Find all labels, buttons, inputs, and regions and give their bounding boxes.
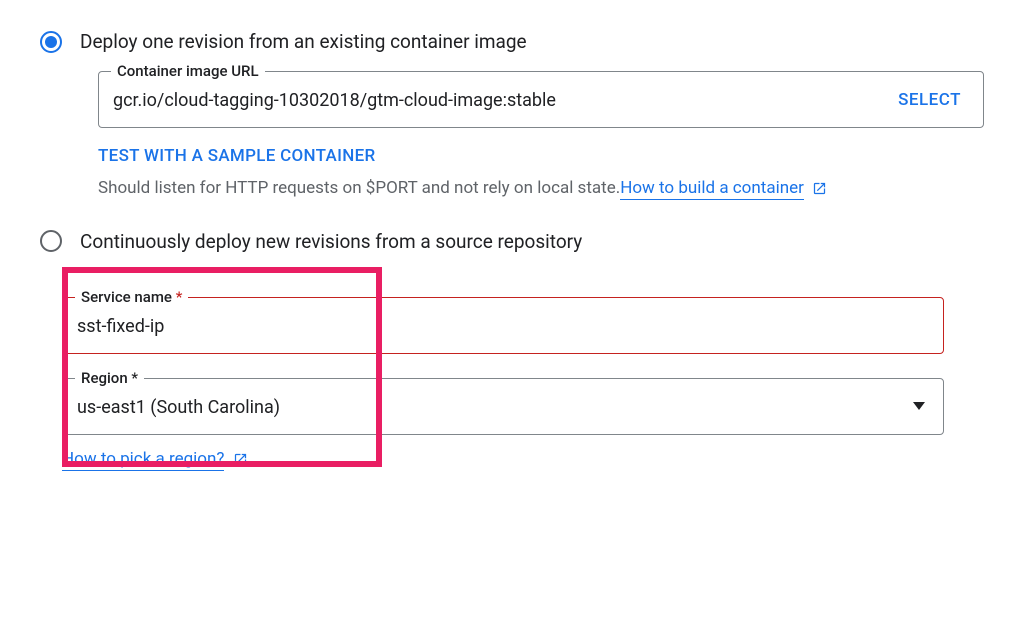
container-image-input[interactable] xyxy=(99,72,876,127)
test-sample-container-link[interactable]: TEST WITH A SAMPLE CONTAINER xyxy=(98,146,984,166)
highlight-annotation xyxy=(62,267,382,467)
select-image-button[interactable]: SELECT xyxy=(876,90,983,110)
container-image-section: Container image URL SELECT TEST WITH A S… xyxy=(98,71,984,202)
dropdown-arrow-icon[interactable] xyxy=(913,402,925,410)
deploy-source-label: Continuously deploy new revisions from a… xyxy=(80,230,582,253)
deploy-existing-label: Deploy one revision from an existing con… xyxy=(80,30,527,53)
external-link-icon xyxy=(812,181,827,196)
how-to-build-container-link[interactable]: How to build a container xyxy=(620,178,804,200)
deploy-existing-image-option[interactable]: Deploy one revision from an existing con… xyxy=(40,30,984,53)
container-image-field: Container image URL SELECT xyxy=(98,71,984,128)
radio-unselected-icon[interactable] xyxy=(40,230,62,252)
container-help-text: Should listen for HTTP requests on $PORT… xyxy=(98,176,984,202)
radio-selected-icon[interactable] xyxy=(40,31,62,53)
deploy-source-repo-option[interactable]: Continuously deploy new revisions from a… xyxy=(40,230,984,253)
container-image-label: Container image URL xyxy=(111,62,265,80)
